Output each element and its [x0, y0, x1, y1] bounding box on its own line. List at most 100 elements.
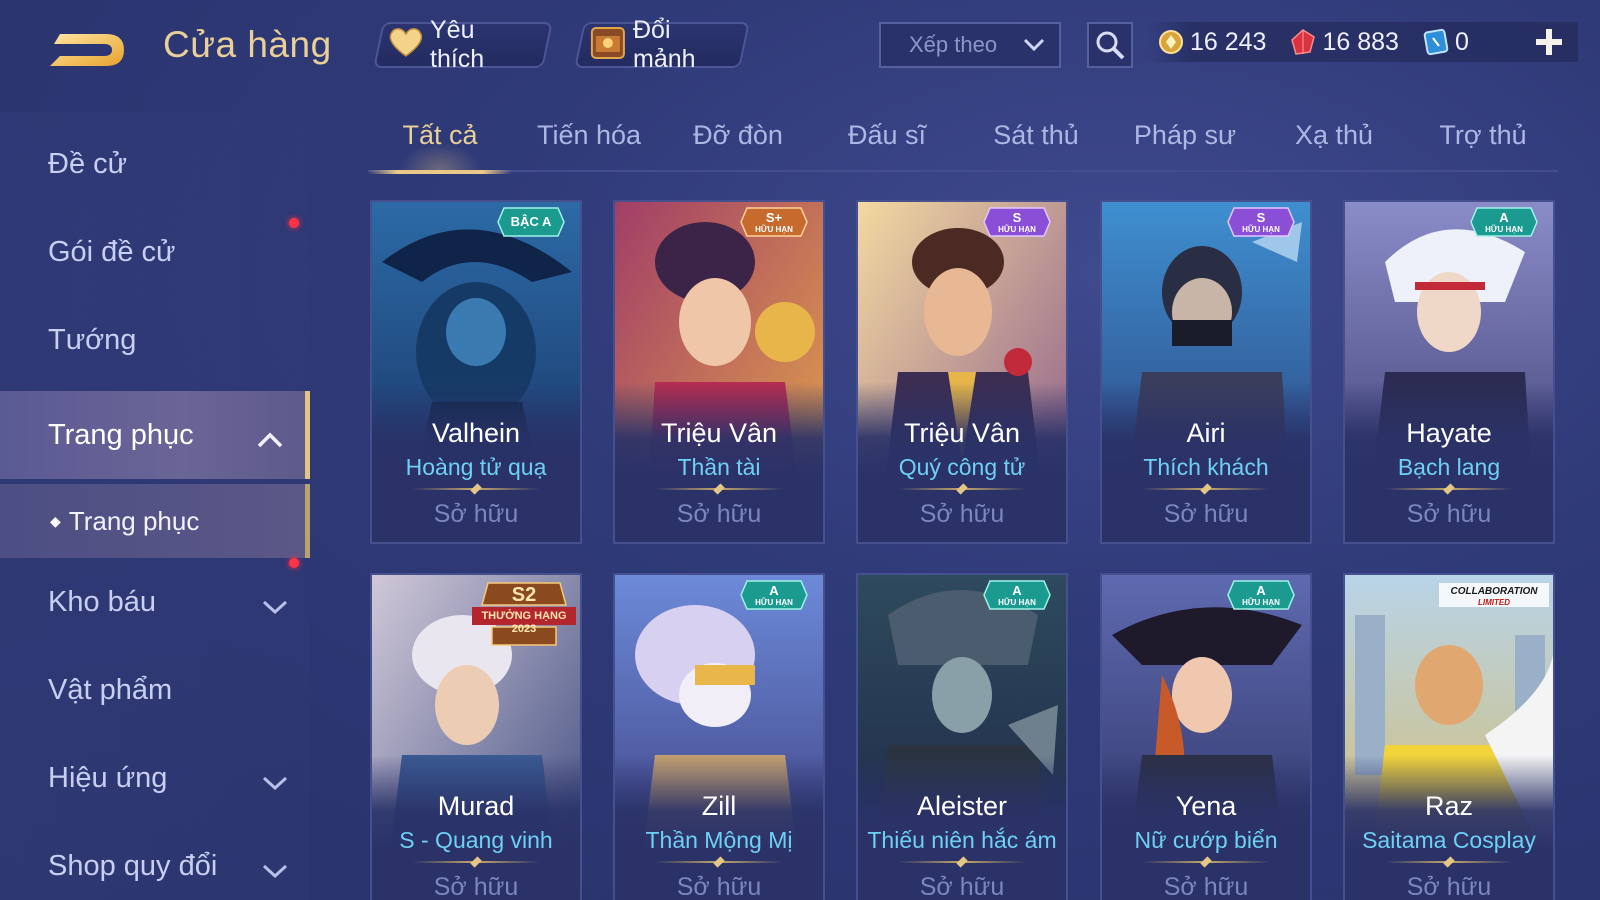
sidebar: Đề cử Gói đề cử Tướng Trang phục ◆ Trang…: [0, 112, 310, 900]
skin-card[interactable]: A HỮU HẠN Yena Nữ cướp biển Sở hữu: [1100, 573, 1312, 900]
owned-status: Sở hữu: [1406, 500, 1492, 528]
skin-name: Thiếu niên hắc ám: [867, 827, 1057, 853]
sort-label: Xếp theo: [909, 32, 998, 57]
skin-name: Quý công tử: [898, 454, 1026, 480]
skin-card[interactable]: S+ HỮU HẠN Triệu Vân Thần tài Sở hữu: [613, 200, 825, 544]
owned-status: Sở hữu: [433, 873, 519, 900]
skin-name: Bạch lang: [1397, 454, 1501, 480]
gold-currency: 16 243: [1158, 28, 1266, 57]
rank-badge: S HỮU HẠN: [982, 206, 1052, 238]
tab-assassin[interactable]: Sát thủ: [964, 120, 1108, 170]
notification-dot: [289, 218, 299, 228]
notification-dot: [289, 558, 299, 568]
gem-currency: 16 883: [1290, 28, 1399, 57]
sidebar-item-heroes[interactable]: Tướng: [0, 296, 310, 384]
sidebar-item-label: Vật phẩm: [48, 673, 173, 706]
owned-status: Sở hữu: [1163, 500, 1249, 528]
plus-icon: [1536, 29, 1562, 55]
page-title: Cửa hàng: [163, 24, 332, 65]
sidebar-item-featured[interactable]: Đề cử: [0, 120, 310, 208]
hero-name: Triệu Vân: [903, 418, 1021, 448]
skin-card[interactable]: S HỮU HẠN Airi Thích khách Sở hữu: [1100, 200, 1312, 544]
sort-dropdown[interactable]: Xếp theo: [879, 22, 1061, 68]
sidebar-subitem-skins[interactable]: ◆ Trang phục: [0, 484, 310, 558]
hero-name: Triệu Vân: [660, 418, 778, 448]
sidebar-subitem-label: Trang phục: [68, 505, 200, 536]
add-currency-button[interactable]: [1531, 24, 1567, 60]
skin-name: Thần tài: [677, 454, 761, 480]
tab-mage[interactable]: Pháp sư: [1113, 120, 1257, 170]
sidebar-item-label: Gói đề cử: [48, 235, 176, 268]
hero-name: Airi: [1186, 418, 1226, 448]
owned-status: Sở hữu: [919, 500, 1005, 528]
sidebar-item-skins[interactable]: Trang phục: [0, 391, 310, 479]
owned-status: Sở hữu: [1163, 873, 1249, 900]
blue-voucher-icon: [1423, 28, 1449, 56]
tab-evolution[interactable]: Tiến hóa: [517, 120, 661, 170]
tab-tank[interactable]: Đỡ đòn: [666, 120, 810, 170]
sidebar-item-label: Trang phục: [48, 418, 194, 451]
skin-name: Hoàng tử quạ: [405, 454, 547, 480]
owned-status: Sở hữu: [676, 873, 762, 900]
skin-card[interactable]: COLLABORATION LIMITED Raz Saitama Cospla…: [1343, 573, 1555, 900]
skin-card[interactable]: BẬC A Valhein Hoàng tử quạ Sở hữu: [370, 200, 582, 544]
hero-name: Murad: [437, 791, 515, 821]
back-button[interactable]: [46, 24, 130, 74]
category-tabs: Tất cả Tiến hóa Đỡ đòn Đấu sĩ Sát thủ Ph…: [368, 112, 1558, 174]
hero-name: Valhein: [431, 418, 521, 448]
sidebar-item-effects[interactable]: Hiệu ứng: [0, 734, 310, 822]
red-gem-icon: [1291, 29, 1316, 55]
skin-card[interactable]: A HỮU HẠN Hayate Bạch lang Sở hữu: [1343, 200, 1555, 544]
top-bar: Cửa hàng Yêu thích Đổi mảnh Xếp theo 16 …: [0, 0, 1600, 90]
hero-name: Raz: [1424, 791, 1473, 821]
rank-badge: BẬC A: [496, 206, 566, 238]
hero-name: Zill: [701, 791, 737, 821]
sidebar-item-items[interactable]: Vật phẩm: [0, 646, 310, 734]
skin-card[interactable]: S HỮU HẠN Triệu Vân Quý công tử Sở hữu: [856, 200, 1068, 544]
tab-all[interactable]: Tất cả: [368, 120, 512, 174]
rank-badge: S+ HỮU HẠN: [739, 206, 809, 238]
chevron-up-icon: [257, 423, 283, 456]
tab-support[interactable]: Trợ thủ: [1411, 120, 1555, 170]
search-button[interactable]: [1087, 22, 1133, 68]
sidebar-item-featured-bundles[interactable]: Gói đề cử: [0, 208, 310, 296]
chevron-down-icon: [262, 854, 288, 887]
exchange-shards-button[interactable]: Đổi mảnh: [574, 16, 750, 73]
owned-status: Sở hữu: [1406, 873, 1492, 900]
rank-badge: A HỮU HẠN: [982, 579, 1052, 611]
sidebar-item-label: Shop quy đổi: [48, 849, 218, 882]
sidebar-item-label: Đề cử: [48, 147, 128, 180]
sidebar-item-label: Tướng: [48, 323, 137, 356]
skin-name: Thích khách: [1143, 454, 1269, 480]
rank-badge: A HỮU HẠN: [1226, 579, 1296, 611]
skin-name: Nữ cướp biển: [1134, 827, 1278, 853]
skin-name: S - Quang vinh: [399, 827, 553, 853]
favorites-button[interactable]: Yêu thích: [373, 16, 553, 73]
collaboration-badge: COLLABORATION LIMITED: [1437, 579, 1551, 611]
chevron-down-icon: [1023, 32, 1045, 58]
hero-name: Hayate: [1406, 418, 1492, 448]
rank-badge: A HỮU HẠN: [739, 579, 809, 611]
owned-status: Sở hữu: [676, 500, 762, 528]
token-amount: 0: [1454, 27, 1469, 56]
currency-bar: 16 243 16 883 0: [1148, 22, 1578, 62]
sidebar-item-exchange-shop[interactable]: Shop quy đổi: [0, 822, 310, 900]
back-arrow-icon: [50, 34, 124, 66]
heart-icon: [388, 26, 424, 65]
favorites-label: Yêu thích: [430, 16, 485, 73]
tab-fighter[interactable]: Đấu sĩ: [815, 120, 959, 170]
skin-card[interactable]: S2 THƯỞNG HẠNG 2023 Murad S - Quang vinh…: [370, 573, 582, 900]
owned-status: Sở hữu: [919, 873, 1005, 900]
sidebar-item-label: Kho báu: [48, 585, 157, 618]
search-icon: [1096, 31, 1125, 60]
skin-card[interactable]: A HỮU HẠN Aleister Thiếu niên hắc ám Sở …: [856, 573, 1068, 900]
sidebar-item-treasure[interactable]: Kho báu: [0, 558, 310, 646]
skin-card[interactable]: A HỮU HẠN Zill Thần Mộng Mị Sở hữu: [613, 573, 825, 900]
rank-badge: A HỮU HẠN: [1469, 206, 1539, 238]
hero-name: Yena: [1175, 791, 1237, 821]
treasure-chest-icon: [589, 24, 627, 67]
gold-coin-icon: [1159, 30, 1183, 54]
skin-name: Saitama Cosplay: [1362, 827, 1536, 853]
tab-marksman[interactable]: Xạ thủ: [1262, 120, 1406, 170]
token-currency: 0: [1423, 28, 1469, 57]
